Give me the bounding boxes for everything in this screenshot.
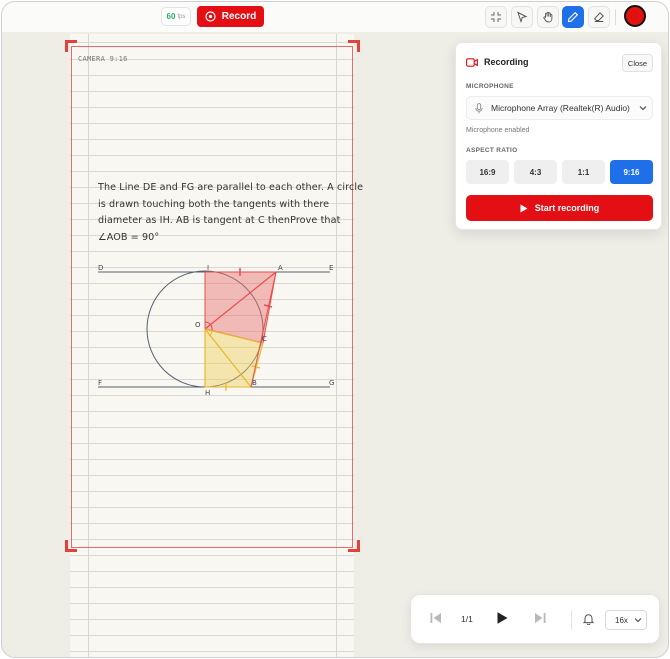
app-window: 60 fps Record CAMERA 9:16 The Line DE an… bbox=[1, 1, 669, 658]
bell-button[interactable] bbox=[583, 613, 594, 625]
point-label-e: E bbox=[329, 264, 333, 272]
toolbar-divider bbox=[615, 9, 616, 25]
playback-speed-select[interactable]: 16x bbox=[605, 610, 647, 630]
microphone-value: Microphone Array (Realtek(R) Audio) bbox=[491, 103, 630, 113]
fps-unit: fps bbox=[177, 13, 186, 20]
aspect-ratio-16-9-button[interactable]: 16:9 bbox=[466, 160, 509, 184]
point-label-a: A bbox=[278, 264, 283, 272]
playback-bar: 1/1 16x bbox=[410, 594, 660, 644]
start-recording-label: Start recording bbox=[534, 203, 600, 213]
select-crosshair-tool[interactable] bbox=[485, 6, 507, 28]
eraser-icon bbox=[593, 12, 604, 22]
drawing-canvas[interactable]: CAMERA 9:16 The Line DE and FG are paral… bbox=[2, 32, 668, 657]
play-icon bbox=[520, 204, 528, 212]
microphone-status: Microphone enabled bbox=[466, 127, 530, 134]
aspect-ratio-section-label: ASPECT RATIO bbox=[466, 147, 518, 154]
eraser-tool[interactable] bbox=[588, 6, 610, 28]
point-label-i: I bbox=[207, 264, 209, 272]
playback-speed-value: 16x bbox=[615, 615, 628, 625]
record-button[interactable]: Record bbox=[197, 6, 264, 27]
fps-value: 60 bbox=[166, 12, 176, 21]
close-button[interactable]: Close bbox=[622, 54, 653, 72]
top-toolbar: 60 fps Record bbox=[2, 2, 668, 32]
panel-title: Recording bbox=[484, 57, 529, 67]
pointer-icon bbox=[517, 11, 528, 23]
playback-divider bbox=[571, 610, 572, 630]
hand-tool[interactable] bbox=[537, 6, 559, 28]
page-counter: 1/1 bbox=[461, 614, 473, 624]
video-camera-icon bbox=[466, 57, 478, 67]
select-crosshair-icon bbox=[491, 12, 501, 22]
aspect-ratio-options: 16:9 4:3 1:1 9:16 bbox=[466, 160, 653, 184]
record-icon bbox=[205, 11, 216, 22]
skip-to-start-button[interactable] bbox=[429, 611, 443, 625]
point-label-c: C bbox=[262, 335, 267, 343]
skip-back-icon bbox=[430, 613, 441, 623]
start-recording-button[interactable]: Start recording bbox=[466, 195, 653, 221]
skip-forward-icon bbox=[535, 613, 546, 623]
panel-header: Recording bbox=[466, 57, 529, 67]
chevron-down-icon bbox=[634, 618, 642, 623]
aspect-ratio-1-1-button[interactable]: 1:1 bbox=[562, 160, 605, 184]
point-label-f: F bbox=[98, 379, 102, 387]
fps-badge: 60 fps bbox=[161, 7, 191, 26]
record-label: Record bbox=[221, 11, 257, 22]
pen-tool[interactable] bbox=[562, 6, 584, 28]
play-button[interactable] bbox=[495, 611, 509, 625]
pen-color-swatch[interactable] bbox=[624, 5, 646, 27]
point-label-h: H bbox=[205, 389, 210, 397]
point-label-o: O bbox=[195, 321, 201, 329]
aspect-ratio-9-16-button[interactable]: 9:16 bbox=[610, 160, 653, 184]
chevron-down-icon bbox=[639, 106, 647, 111]
recording-panel: Recording Close MICROPHONE Microphone Ar… bbox=[455, 42, 662, 230]
pen-icon bbox=[567, 11, 579, 23]
point-label-d: D bbox=[98, 264, 103, 272]
hand-icon bbox=[543, 11, 553, 23]
microphone-section-label: MICROPHONE bbox=[466, 83, 514, 90]
pointer-tool[interactable] bbox=[511, 6, 533, 28]
skip-to-end-button[interactable] bbox=[533, 611, 547, 625]
microphone-select[interactable]: Microphone Array (Realtek(R) Audio) bbox=[466, 96, 653, 120]
point-label-g: G bbox=[329, 379, 334, 387]
aspect-ratio-4-3-button[interactable]: 4:3 bbox=[514, 160, 557, 184]
play-icon bbox=[497, 612, 508, 624]
bell-icon bbox=[583, 614, 594, 625]
microphone-icon bbox=[475, 102, 483, 113]
point-label-b: B bbox=[252, 379, 257, 387]
